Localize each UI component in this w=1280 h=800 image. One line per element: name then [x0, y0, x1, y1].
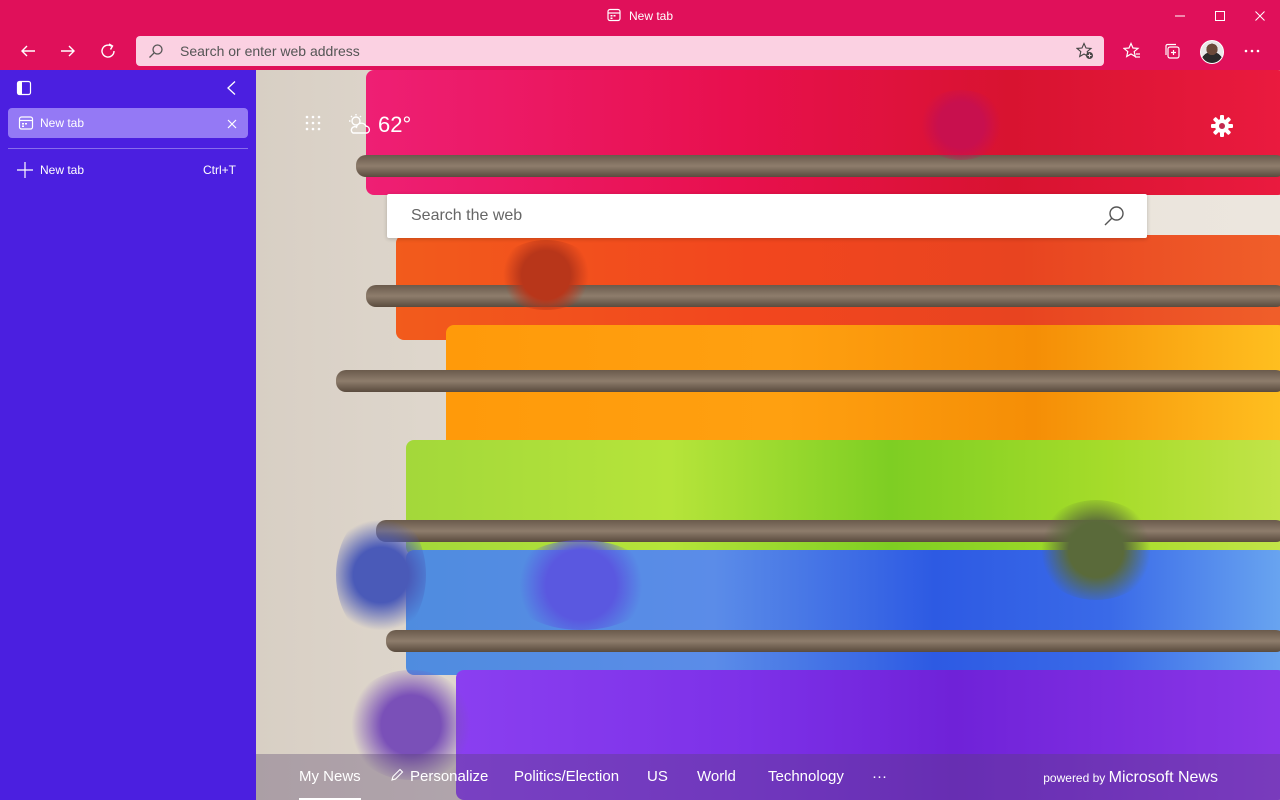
vertical-tabs-pane: New tab New tab Ctrl+T — [0, 70, 256, 800]
nav-technology[interactable]: Technology — [768, 754, 844, 800]
search-icon — [1104, 206, 1124, 226]
plus-icon — [17, 162, 33, 178]
pencil-icon — [391, 768, 404, 781]
tab-page-icon — [607, 8, 621, 25]
tab-actions-button[interactable] — [16, 80, 32, 101]
close-tab-button[interactable] — [226, 117, 238, 135]
favorites-button[interactable] — [1116, 35, 1148, 67]
nav-my-news[interactable]: My News — [299, 756, 361, 800]
new-tab-page: 62° Search the web My News Personalize P… — [256, 70, 1280, 800]
forward-button[interactable] — [52, 35, 84, 67]
search-submit-button[interactable] — [1103, 205, 1125, 232]
refresh-icon — [101, 43, 115, 58]
window-title: New tab — [0, 0, 1280, 32]
star-add-icon — [1075, 42, 1093, 59]
tab-label: New tab — [40, 116, 85, 130]
bg-flower — [506, 540, 656, 630]
title-bar: New tab — [0, 0, 1280, 32]
powered-by-microsoft-news[interactable]: powered by Microsoft News — [1043, 754, 1218, 800]
forward-arrow-icon — [61, 45, 75, 57]
page-settings-button[interactable] — [1210, 114, 1234, 143]
divider — [8, 148, 248, 149]
nav-personalize[interactable]: Personalize — [390, 754, 488, 800]
collapse-pane-button[interactable] — [224, 80, 240, 101]
collections-icon — [1165, 43, 1180, 59]
close-icon — [227, 119, 237, 129]
minimize-button[interactable] — [1160, 0, 1200, 32]
temperature: 62° — [378, 112, 412, 137]
tab-panel-icon — [16, 80, 32, 96]
bg-flower — [496, 240, 596, 310]
close-icon — [1255, 11, 1265, 21]
minimize-icon — [1175, 15, 1185, 17]
powered-by-prefix: powered by — [1043, 771, 1106, 785]
web-search-box[interactable]: Search the web — [387, 194, 1147, 238]
close-window-button[interactable] — [1240, 0, 1280, 32]
maximize-button[interactable] — [1200, 0, 1240, 32]
window-title-text: New tab — [628, 9, 674, 23]
add-favorite-button[interactable] — [1075, 42, 1094, 65]
bg-log — [356, 155, 1280, 177]
news-navigation-bar: My News Personalize Politics/Election US… — [256, 754, 1280, 800]
chevron-left-icon — [227, 81, 236, 95]
favorites-icon — [1123, 42, 1140, 58]
new-tab-button[interactable]: New tab Ctrl+T — [8, 158, 248, 182]
weather-widget[interactable]: 62° — [346, 112, 411, 138]
profile-avatar[interactable] — [1200, 40, 1224, 64]
address-bar[interactable]: Search or enter web address — [136, 36, 1104, 66]
app-grid-icon — [305, 115, 321, 130]
back-arrow-icon — [21, 45, 35, 57]
tab-new-tab[interactable]: New tab — [8, 108, 248, 138]
more-dots-icon — [1244, 49, 1260, 53]
back-button[interactable] — [12, 35, 44, 67]
bg-flower — [916, 90, 1006, 160]
search-icon — [149, 44, 163, 58]
microsoft-news-brand: Microsoft News — [1108, 769, 1218, 786]
new-tab-shortcut: Ctrl+T — [203, 163, 236, 177]
gear-icon — [1211, 115, 1233, 137]
nav-personalize-label: Personalize — [410, 768, 489, 785]
new-tab-label: New tab — [40, 163, 85, 177]
bg-log — [386, 630, 1280, 652]
maximize-icon — [1215, 11, 1225, 21]
settings-more-button[interactable] — [1236, 35, 1268, 67]
tab-page-icon — [18, 116, 34, 130]
collections-button[interactable] — [1156, 35, 1188, 67]
partly-cloudy-icon — [349, 114, 371, 134]
bg-flower — [1036, 500, 1156, 600]
browser-toolbar: Search or enter web address — [0, 32, 1280, 70]
nav-us[interactable]: US — [647, 754, 668, 800]
bg-log — [336, 370, 1280, 392]
address-input[interactable]: Search or enter web address — [180, 36, 360, 66]
web-search-input[interactable]: Search the web — [411, 194, 522, 238]
nav-world[interactable]: World — [697, 754, 736, 800]
app-launcher-button[interactable] — [304, 114, 322, 137]
refresh-button[interactable] — [92, 35, 124, 67]
nav-politics-election[interactable]: Politics/Election — [514, 754, 619, 800]
nav-more-button[interactable]: ··· — [872, 754, 887, 800]
bg-flower — [336, 510, 426, 640]
